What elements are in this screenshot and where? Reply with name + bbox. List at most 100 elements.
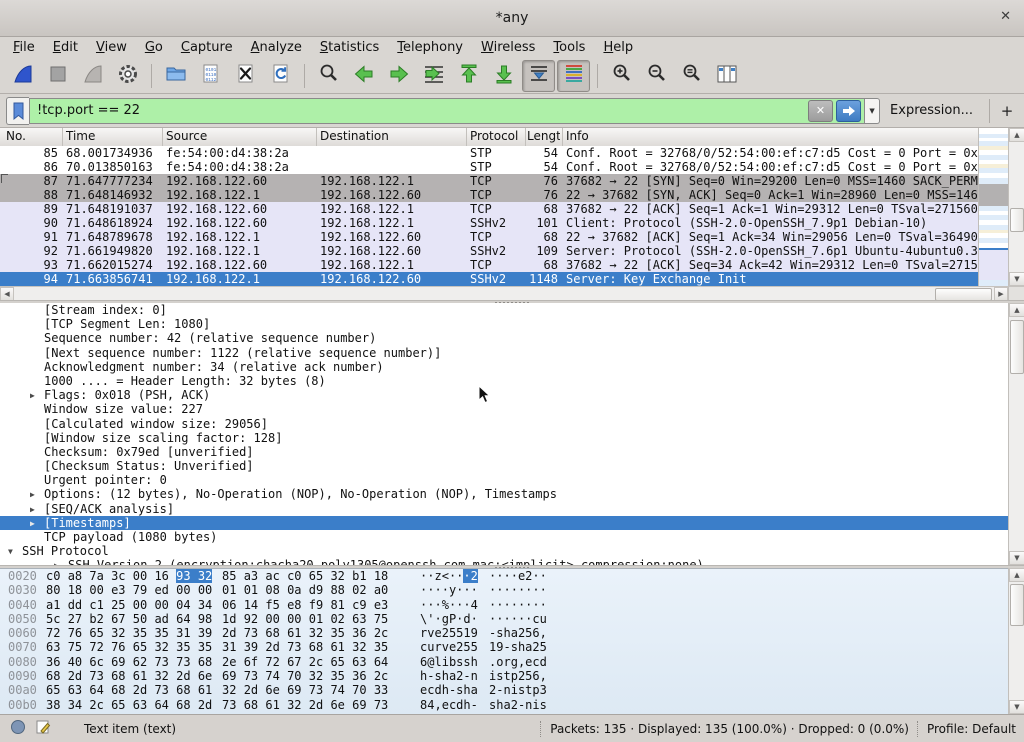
- column-header-time[interactable]: Time: [66, 129, 95, 143]
- scroll-down-icon[interactable]: ▼: [1009, 272, 1024, 286]
- detail-tree-item[interactable]: ▶SSH Version 2 (encryption:chacha20-poly…: [0, 558, 1008, 565]
- hex-row[interactable]: 00a065 63 64 68 2d 73 68 6132 2d 6e 69 7…: [0, 683, 1008, 697]
- hex-row[interactable]: 008036 40 6c 69 62 73 73 682e 6f 72 67 2…: [0, 655, 1008, 669]
- detail-tree-item[interactable]: [TCP Segment Len: 1080]: [0, 317, 1008, 331]
- resize-columns-button[interactable]: [710, 60, 743, 92]
- detail-tree-item[interactable]: [Calculated window size: 29056]: [0, 417, 1008, 431]
- detail-tree-item[interactable]: ▶Options: (12 bytes), No-Operation (NOP)…: [0, 487, 1008, 501]
- scroll-thumb[interactable]: [1010, 584, 1024, 626]
- collapsed-arrow-icon[interactable]: ▶: [30, 503, 35, 517]
- start-capture-button[interactable]: [6, 60, 39, 92]
- detail-tree-item[interactable]: ▶Flags: 0x018 (PSH, ACK): [0, 388, 1008, 402]
- packet-row[interactable]: 8568.001734936fe:54:00:d4:38:2aSTP54Conf…: [0, 146, 978, 160]
- detail-tree-item[interactable]: Acknowledgment number: 34 (relative ack …: [0, 360, 1008, 374]
- detail-tree-item[interactable]: Urgent pointer: 0: [0, 473, 1008, 487]
- detail-tree-item[interactable]: ▼SSH Protocol: [0, 544, 1008, 558]
- profile-status[interactable]: Profile: Default: [927, 722, 1016, 736]
- open-file-button[interactable]: [159, 60, 192, 92]
- column-header-length[interactable]: Length: [527, 129, 560, 143]
- display-filter-input[interactable]: !tcp.port == 22 ✕: [29, 98, 865, 124]
- hex-row[interactable]: 006072 76 65 32 35 35 31 392d 73 68 61 3…: [0, 626, 1008, 640]
- scroll-right-icon[interactable]: ▶: [994, 287, 1008, 301]
- filter-bookmark-icon[interactable]: [6, 97, 29, 125]
- close-file-button[interactable]: [229, 60, 262, 92]
- menu-tools[interactable]: Tools: [544, 39, 594, 56]
- filter-clear-button[interactable]: ✕: [808, 100, 833, 122]
- zoom-in-button[interactable]: [605, 60, 638, 92]
- go-first-button[interactable]: [452, 60, 485, 92]
- close-window-button[interactable]: ✕: [1000, 9, 1011, 24]
- hex-row[interactable]: 00505c 27 b2 67 50 ad 64 981d 92 00 00 0…: [0, 612, 1008, 626]
- zoom-out-button[interactable]: [640, 60, 673, 92]
- menu-go[interactable]: Go: [136, 39, 172, 56]
- expanded-arrow-icon[interactable]: ▼: [8, 545, 13, 559]
- capture-comment-icon[interactable]: [35, 719, 51, 738]
- zoom-100-button[interactable]: [675, 60, 708, 92]
- go-back-button[interactable]: [347, 60, 380, 92]
- menu-analyze[interactable]: Analyze: [242, 39, 311, 56]
- add-filter-button[interactable]: +: [996, 99, 1018, 123]
- scroll-up-icon[interactable]: ▲: [1009, 303, 1024, 317]
- expert-info-icon[interactable]: [10, 719, 26, 738]
- packet-row[interactable]: 9271.661949820192.168.122.1192.168.122.6…: [0, 244, 978, 258]
- packet-row[interactable]: 9371.662015274192.168.122.60192.168.122.…: [0, 258, 978, 272]
- filter-apply-button[interactable]: [836, 100, 861, 122]
- menu-file[interactable]: File: [4, 39, 44, 56]
- find-packet-button[interactable]: [312, 60, 345, 92]
- scroll-down-icon[interactable]: ▼: [1009, 551, 1024, 565]
- menu-view[interactable]: View: [87, 39, 136, 56]
- packet-row[interactable]: 8871.648146932192.168.122.1192.168.122.6…: [0, 188, 978, 202]
- menu-telephony[interactable]: Telephony: [388, 39, 472, 56]
- go-to-packet-button[interactable]: [417, 60, 450, 92]
- stop-capture-button[interactable]: [41, 60, 74, 92]
- column-header-protocol[interactable]: Protocol: [470, 129, 518, 143]
- packet-row[interactable]: 8971.648191037192.168.122.60192.168.122.…: [0, 202, 978, 216]
- hex-row[interactable]: 00b038 34 2c 65 63 64 68 2d73 68 61 32 2…: [0, 698, 1008, 712]
- detail-tree-item[interactable]: [Checksum Status: Unverified]: [0, 459, 1008, 473]
- restart-capture-button[interactable]: [76, 60, 109, 92]
- hex-row[interactable]: 0040a1 dd c1 25 00 00 04 3406 14 f5 e8 f…: [0, 598, 1008, 612]
- go-last-button[interactable]: [487, 60, 520, 92]
- collapsed-arrow-icon[interactable]: ▶: [30, 517, 35, 531]
- bytes-vscrollbar[interactable]: ▲ ▼: [1008, 568, 1024, 714]
- packet-row[interactable]: 9471.663856741192.168.122.1192.168.122.6…: [0, 272, 978, 286]
- packet-list-vscrollbar[interactable]: ▲ ▼: [1008, 128, 1024, 286]
- scroll-thumb[interactable]: [1010, 208, 1024, 232]
- menu-edit[interactable]: Edit: [44, 39, 87, 56]
- packet-row[interactable]: 8670.013850163fe:54:00:d4:38:2aSTP54Conf…: [0, 160, 978, 174]
- packet-row[interactable]: 8771.647777234192.168.122.60192.168.122.…: [0, 174, 978, 188]
- collapsed-arrow-icon[interactable]: ▶: [30, 389, 35, 403]
- scroll-down-icon[interactable]: ▼: [1009, 700, 1024, 714]
- column-header-info[interactable]: Info: [566, 129, 589, 143]
- capture-options-button[interactable]: [111, 60, 144, 92]
- menu-statistics[interactable]: Statistics: [311, 39, 388, 56]
- filter-dropdown-button[interactable]: ▼: [865, 98, 880, 124]
- scroll-up-icon[interactable]: ▲: [1009, 568, 1024, 582]
- detail-tree-item[interactable]: Window size value: 227: [0, 402, 1008, 416]
- detail-tree-item[interactable]: Sequence number: 42 (relative sequence n…: [0, 331, 1008, 345]
- detail-tree-item[interactable]: [Window size scaling factor: 128]: [0, 431, 1008, 445]
- detail-tree-item[interactable]: [Stream index: 0]: [0, 303, 1008, 317]
- scroll-thumb[interactable]: [1010, 320, 1024, 374]
- detail-tree-item[interactable]: 1000 .... = Header Length: 32 bytes (8): [0, 374, 1008, 388]
- hex-row[interactable]: 007063 75 72 76 65 32 35 3531 39 2d 73 6…: [0, 640, 1008, 654]
- save-file-button[interactable]: 010101100112: [194, 60, 227, 92]
- reload-file-button[interactable]: [264, 60, 297, 92]
- packet-list-minimap[interactable]: [978, 128, 1009, 286]
- scroll-up-icon[interactable]: ▲: [1009, 128, 1024, 142]
- packet-list-hscrollbar[interactable]: ◀ ▶: [0, 286, 1008, 301]
- detail-tree-item[interactable]: [Next sequence number: 1122 (relative se…: [0, 346, 1008, 360]
- colorize-button[interactable]: [557, 60, 590, 92]
- scroll-left-icon[interactable]: ◀: [0, 287, 14, 301]
- column-header-source[interactable]: Source: [166, 129, 207, 143]
- column-header-no[interactable]: No.: [6, 129, 26, 143]
- hex-row[interactable]: 009068 2d 73 68 61 32 2d 6e69 73 74 70 3…: [0, 669, 1008, 683]
- detail-vscrollbar[interactable]: ▲ ▼: [1008, 303, 1024, 565]
- packet-row[interactable]: 9171.648789678192.168.122.1192.168.122.6…: [0, 230, 978, 244]
- expression-button[interactable]: Expression...: [880, 103, 983, 118]
- menu-help[interactable]: Help: [594, 39, 642, 56]
- detail-tree-item[interactable]: ▶[SEQ/ACK analysis]: [0, 502, 1008, 516]
- menu-wireless[interactable]: Wireless: [472, 39, 544, 56]
- go-forward-button[interactable]: [382, 60, 415, 92]
- menu-capture[interactable]: Capture: [172, 39, 242, 56]
